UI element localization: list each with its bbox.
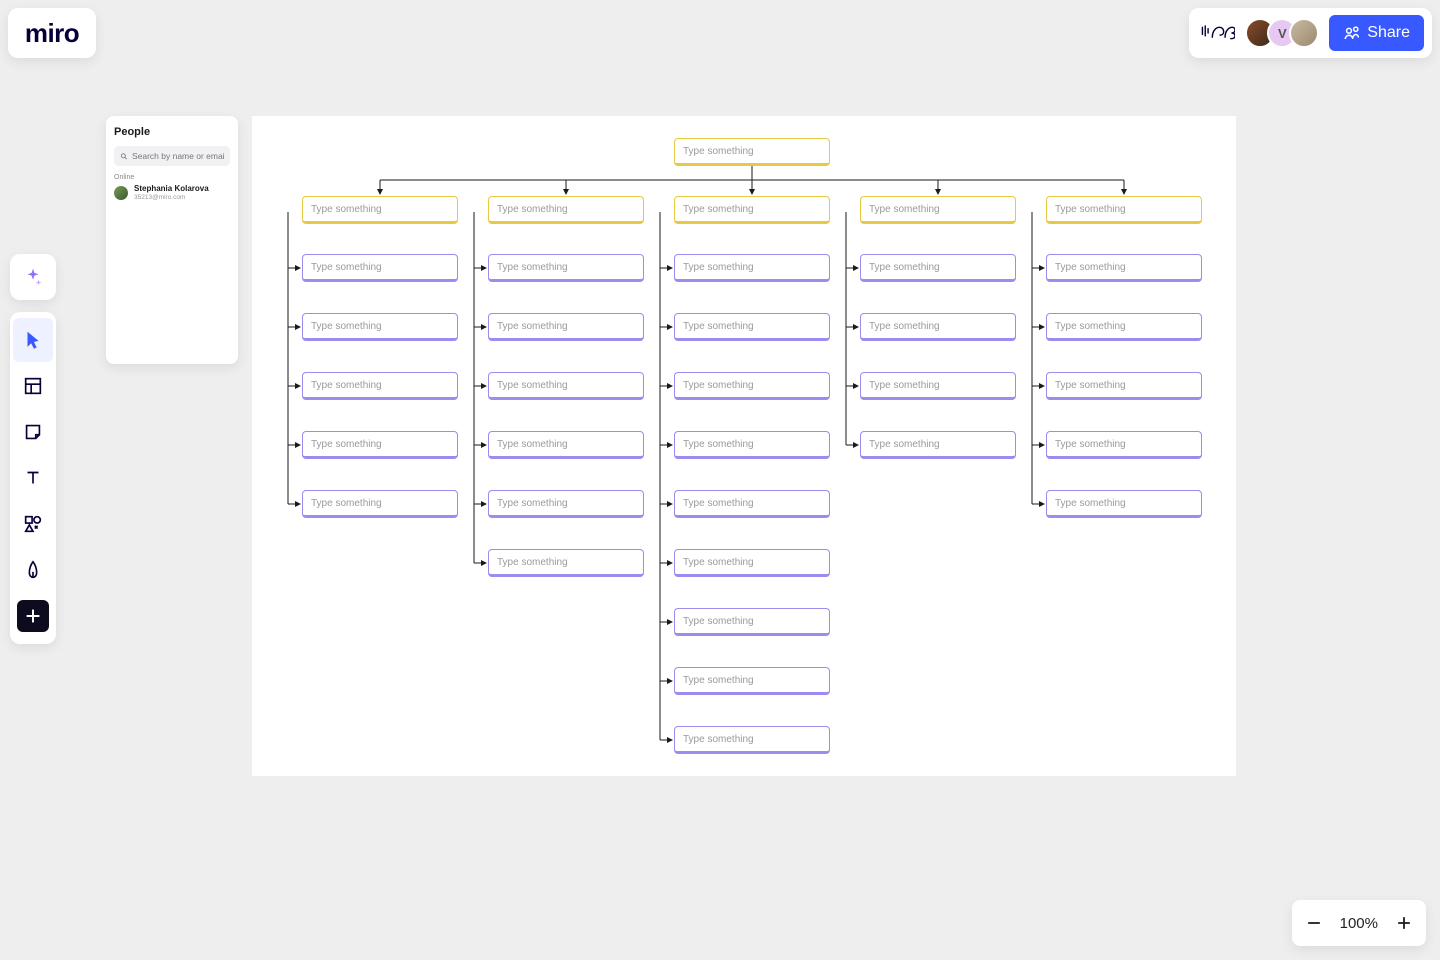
share-label: Share bbox=[1367, 24, 1410, 42]
org-node-header[interactable]: Type something bbox=[302, 196, 458, 224]
org-node-child[interactable]: Type something bbox=[674, 726, 830, 754]
search-icon bbox=[120, 152, 128, 161]
collaborator-avatars[interactable]: V bbox=[1245, 18, 1319, 48]
org-node-child[interactable]: Type something bbox=[488, 313, 644, 341]
cursor-icon bbox=[22, 329, 44, 351]
org-node-child[interactable]: Type something bbox=[302, 254, 458, 282]
avatar-initial: V bbox=[1278, 26, 1287, 41]
org-node-child[interactable]: Type something bbox=[1046, 313, 1202, 341]
shapes-icon bbox=[22, 513, 44, 535]
avatar[interactable] bbox=[1289, 18, 1319, 48]
pen-icon bbox=[22, 559, 44, 581]
org-node-child[interactable]: Type something bbox=[674, 608, 830, 636]
board-canvas[interactable]: Type something Type something Type somethi… bbox=[252, 116, 1236, 776]
people-panel-title: People bbox=[114, 126, 230, 138]
org-node-child[interactable]: Type something bbox=[488, 549, 644, 577]
org-node-header[interactable]: Type something bbox=[1046, 196, 1202, 224]
org-node-child[interactable]: Type something bbox=[302, 372, 458, 400]
org-node-child[interactable]: Type something bbox=[674, 490, 830, 518]
zoom-level[interactable]: 100% bbox=[1340, 915, 1378, 932]
people-search[interactable] bbox=[114, 146, 230, 166]
plus-icon bbox=[22, 605, 44, 627]
org-node-child[interactable]: Type something bbox=[674, 667, 830, 695]
org-node-child[interactable]: Type something bbox=[488, 431, 644, 459]
org-node-child[interactable]: Type something bbox=[302, 490, 458, 518]
person-name: Stephania Kolarova bbox=[134, 185, 209, 194]
zoom-out-button[interactable] bbox=[1302, 911, 1326, 935]
plus-icon bbox=[1394, 913, 1414, 933]
shapes-tool[interactable] bbox=[13, 502, 53, 546]
share-icon bbox=[1343, 24, 1361, 42]
add-tool[interactable] bbox=[17, 600, 49, 632]
org-node-header[interactable]: Type something bbox=[488, 196, 644, 224]
org-node-child[interactable]: Type something bbox=[488, 490, 644, 518]
text-tool[interactable] bbox=[13, 456, 53, 500]
people-search-input[interactable] bbox=[132, 151, 224, 161]
org-node-child[interactable]: Type something bbox=[1046, 490, 1202, 518]
org-node-child[interactable]: Type something bbox=[488, 254, 644, 282]
zoom-in-button[interactable] bbox=[1392, 911, 1416, 935]
org-node-child[interactable]: Type something bbox=[674, 431, 830, 459]
frame-tool[interactable] bbox=[13, 364, 53, 408]
org-node-header[interactable]: Type something bbox=[860, 196, 1016, 224]
org-node-child[interactable]: Type something bbox=[860, 372, 1016, 400]
topbar-right: V Share bbox=[1189, 8, 1432, 58]
org-node-child[interactable]: Type something bbox=[488, 372, 644, 400]
person-email: 35213@miro.com bbox=[134, 194, 209, 201]
sticky-tool[interactable] bbox=[13, 410, 53, 454]
logo-text: miro bbox=[25, 18, 79, 49]
logo-card[interactable]: miro bbox=[8, 8, 96, 58]
sticky-note-icon bbox=[22, 421, 44, 443]
org-node-child[interactable]: Type something bbox=[1046, 254, 1202, 282]
sparkle-icon bbox=[22, 266, 44, 288]
talktrack-icon[interactable] bbox=[1201, 16, 1235, 50]
ai-tool[interactable] bbox=[10, 254, 56, 300]
org-node-child[interactable]: Type something bbox=[1046, 372, 1202, 400]
org-node-child[interactable]: Type something bbox=[674, 549, 830, 577]
person-row[interactable]: Stephania Kolarova 35213@miro.com bbox=[114, 185, 230, 201]
left-toolbar bbox=[10, 312, 56, 644]
pen-tool[interactable] bbox=[13, 548, 53, 592]
org-node-child[interactable]: Type something bbox=[674, 372, 830, 400]
share-button[interactable]: Share bbox=[1329, 15, 1424, 51]
online-label: Online bbox=[114, 174, 230, 181]
org-node-child[interactable]: Type something bbox=[674, 254, 830, 282]
org-node-child[interactable]: Type something bbox=[860, 431, 1016, 459]
org-node-header[interactable]: Type something bbox=[674, 138, 830, 166]
avatar bbox=[114, 186, 128, 200]
org-node-child[interactable]: Type something bbox=[860, 254, 1016, 282]
text-icon bbox=[22, 467, 44, 489]
minus-icon bbox=[1304, 913, 1324, 933]
org-node-child[interactable]: Type something bbox=[860, 313, 1016, 341]
zoom-control: 100% bbox=[1292, 900, 1426, 946]
people-panel: People Online Stephania Kolarova 35213@m… bbox=[106, 116, 238, 364]
select-tool[interactable] bbox=[13, 318, 53, 362]
org-node-header[interactable]: Type something bbox=[674, 196, 830, 224]
org-node-child[interactable]: Type something bbox=[1046, 431, 1202, 459]
org-node-child[interactable]: Type something bbox=[674, 313, 830, 341]
org-node-child[interactable]: Type something bbox=[302, 431, 458, 459]
org-node-child[interactable]: Type something bbox=[302, 313, 458, 341]
frame-icon bbox=[22, 375, 44, 397]
